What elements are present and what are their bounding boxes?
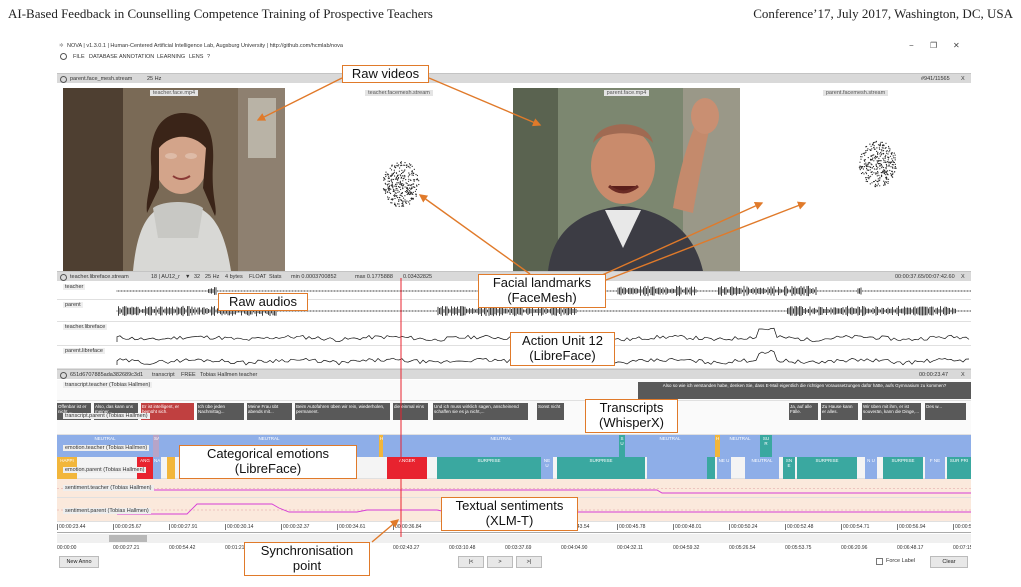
label-categorical-emotions: Categorical emotions (LibreFace) bbox=[179, 445, 357, 479]
annotation-arrow bbox=[605, 201, 807, 281]
label-transcripts: Transcripts (WhisperX) bbox=[585, 399, 678, 433]
label-action-unit: Action Unit 12 (LibreFace) bbox=[510, 332, 615, 366]
annotation-arrow bbox=[256, 77, 343, 121]
annotation-arrow bbox=[418, 194, 531, 275]
label-raw-videos: Raw videos bbox=[342, 65, 429, 83]
annotation-arrow bbox=[428, 77, 542, 127]
page: AI-Based Feedback in Counselling Compete… bbox=[0, 0, 1021, 587]
annotation-arrow bbox=[579, 202, 764, 286]
label-textual-sentiments: Textual sentiments (XLM-T) bbox=[441, 497, 578, 531]
label-facial-landmarks: Facial landmarks (FaceMesh) bbox=[478, 274, 606, 308]
label-synchronisation-point: Synchronisation point bbox=[244, 542, 370, 576]
annotation-arrow bbox=[371, 519, 400, 543]
label-raw-audios: Raw audios bbox=[218, 293, 308, 311]
